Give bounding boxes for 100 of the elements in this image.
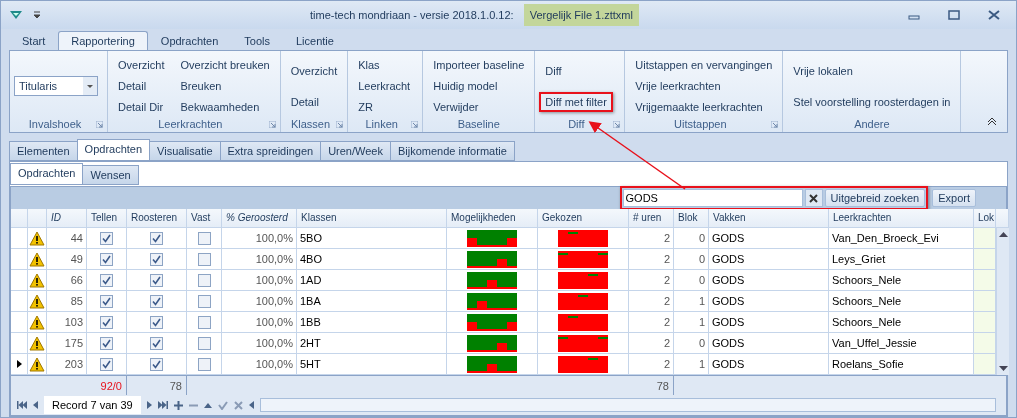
sub-tab[interactable]: Wensen (82, 165, 139, 185)
ribbon-tab[interactable]: Opdrachten (147, 31, 232, 50)
column-header[interactable]: ID (47, 209, 87, 228)
advanced-search-button[interactable]: Uitgebreid zoeken (824, 189, 926, 207)
checkbox[interactable] (197, 231, 211, 245)
column-header[interactable]: Blok (674, 209, 709, 228)
checkbox[interactable] (197, 336, 211, 350)
column-header[interactable]: Mogelijkheden (447, 209, 538, 228)
checkbox[interactable] (197, 357, 211, 371)
ribbon-button[interactable]: Importeer baseline (427, 55, 531, 76)
ribbon-tab[interactable]: Tools (231, 31, 283, 50)
clear-button[interactable] (804, 189, 823, 207)
ribbon-button[interactable]: ZR (352, 97, 417, 118)
ribbon-button[interactable]: Vrije leerkrachten (629, 76, 779, 97)
ribbon-button[interactable]: Stel voorstelling roosterdagen in (787, 92, 957, 113)
column-header[interactable]: Roosteren (127, 209, 187, 228)
ribbon-button[interactable]: Bekwaamheden (174, 97, 276, 118)
collapse-ribbon-icon[interactable] (987, 118, 997, 126)
dialog-launcher-icon[interactable] (336, 120, 344, 128)
checkbox[interactable] (150, 336, 163, 350)
quick-access-menu-icon[interactable] (33, 11, 41, 20)
ribbon-tab[interactable]: Rapportering (58, 31, 148, 50)
ribbon-button[interactable]: Vrijgemaakte leerkrachten (629, 97, 779, 118)
ribbon-button[interactable]: Verwijder (427, 97, 531, 118)
checkbox[interactable] (150, 273, 163, 287)
column-header[interactable]: % Geroosterd (222, 209, 297, 228)
column-header[interactable]: Gekozen (538, 209, 629, 228)
group-title: Andere (854, 118, 890, 130)
dialog-launcher-icon[interactable] (96, 120, 103, 128)
tab[interactable]: Elementen (9, 141, 78, 161)
checkbox[interactable] (100, 252, 113, 266)
column-header[interactable]: Tellen (87, 209, 127, 228)
dialog-launcher-icon[interactable] (771, 120, 779, 128)
checkbox[interactable] (150, 294, 163, 308)
ribbon-button[interactable]: Diff met filter (539, 92, 613, 113)
ribbon-button[interactable]: Uitstappen en vervangingen (629, 55, 779, 76)
app-logo-icon[interactable] (9, 10, 23, 21)
table-cell: 103 (47, 312, 87, 333)
checkbox[interactable] (100, 315, 113, 329)
restore-icon[interactable] (948, 10, 960, 21)
column-header[interactable]: Klassen (297, 209, 447, 228)
checkbox[interactable] (100, 336, 113, 350)
vertical-scrollbar[interactable] (996, 228, 1009, 375)
checkbox[interactable] (150, 357, 163, 371)
add-icon[interactable] (173, 400, 183, 410)
table-cell: GODS (709, 249, 829, 270)
ribbon-button[interactable]: Detail Dir (112, 97, 171, 118)
checkbox[interactable] (197, 252, 211, 266)
ribbon-button[interactable]: Huidig model (427, 76, 531, 97)
dialog-launcher-icon[interactable] (268, 120, 276, 128)
column-header[interactable]: Vast (187, 209, 222, 228)
checkbox[interactable] (100, 357, 113, 371)
checkbox[interactable] (197, 315, 211, 329)
next-record-icon[interactable] (146, 401, 152, 409)
checkbox[interactable] (100, 294, 113, 308)
first-record-icon[interactable] (17, 401, 27, 409)
tab[interactable]: Visualisatie (149, 141, 221, 161)
tab[interactable]: Bijkomende informatie (389, 141, 515, 161)
dropdown[interactable]: Titularis (14, 76, 98, 97)
tab[interactable]: Uren/Week (320, 141, 391, 161)
checkbox[interactable] (150, 252, 163, 266)
tab[interactable]: Extra spreidingen (219, 141, 322, 161)
export-button[interactable]: Export (932, 189, 976, 207)
search-field[interactable]: GODS (622, 189, 803, 207)
scroll-left-icon[interactable] (248, 401, 254, 409)
ribbon-button[interactable]: Overzicht (284, 60, 344, 81)
scroll-up-icon[interactable] (998, 231, 1008, 237)
scroll-down-icon[interactable] (998, 366, 1008, 372)
horizontal-scrollbar[interactable] (259, 398, 996, 412)
column-header[interactable]: Leerkrachten (829, 209, 974, 228)
ribbon-button[interactable]: Breuken (174, 76, 276, 97)
dialog-launcher-icon[interactable] (613, 120, 621, 128)
ribbon-button[interactable]: Overzicht breuken (174, 55, 276, 76)
ribbon-button[interactable]: Vrije lokalen (787, 60, 957, 81)
last-record-icon[interactable] (157, 401, 168, 409)
checkbox[interactable] (150, 231, 163, 245)
checkbox[interactable] (150, 315, 163, 329)
previous-record-icon[interactable] (33, 401, 38, 409)
checkbox[interactable] (100, 273, 113, 287)
column-header[interactable]: # uren (629, 209, 674, 228)
tab[interactable]: Opdrachten (76, 139, 151, 161)
checkbox[interactable] (197, 294, 211, 308)
ribbon-tab[interactable]: Start (9, 31, 59, 50)
ribbon-button[interactable]: Overzicht (112, 55, 171, 76)
column-header[interactable]: Vakken (709, 209, 829, 228)
ribbon-button[interactable]: Diff (539, 60, 613, 81)
column-header[interactable]: Lok (974, 209, 996, 228)
ribbon-button[interactable]: Detail (112, 76, 171, 97)
checkbox[interactable] (100, 231, 113, 245)
ribbon-tab[interactable]: Licentie (283, 31, 347, 50)
checkbox[interactable] (197, 273, 211, 287)
sub-tab[interactable]: Opdrachten (10, 163, 84, 185)
clear-icon[interactable] (809, 193, 819, 203)
table-cell: 100,0% (222, 291, 297, 312)
move-up-icon[interactable] (203, 402, 212, 408)
ribbon-button[interactable]: Leerkracht (352, 76, 417, 97)
ribbon-button[interactable]: Detail (284, 92, 344, 113)
close-icon[interactable] (988, 10, 1000, 21)
ribbon-button[interactable]: Klas (352, 55, 417, 76)
dialog-launcher-icon[interactable] (411, 120, 419, 128)
